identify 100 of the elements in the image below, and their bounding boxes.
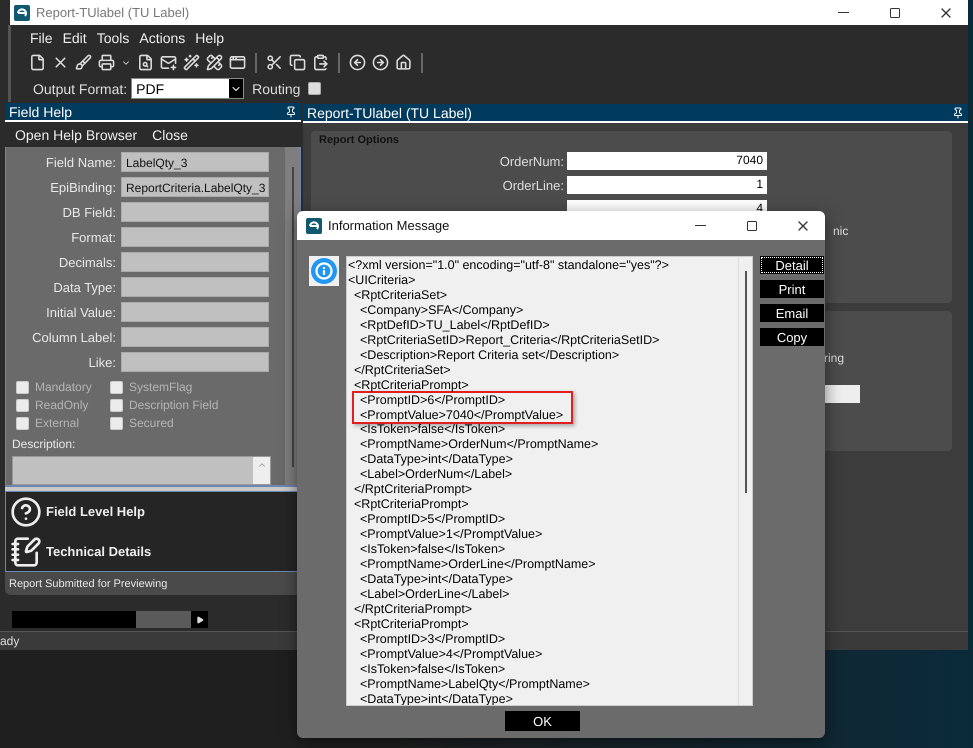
xml-line: <PromptID>3</PromptID> [360, 632, 506, 647]
pin-icon[interactable] [952, 106, 964, 118]
dialog-button[interactable]: Email [760, 304, 824, 322]
copy-icon[interactable] [289, 54, 306, 71]
xml-line: <PromptValue>4</PromptValue> [360, 646, 544, 662]
description-label: Description: [11, 437, 76, 451]
window-icon[interactable] [229, 54, 246, 71]
xml-line: <DataType>int</DataType> [360, 452, 514, 468]
checkbox-label: External [35, 416, 80, 430]
preview-icon[interactable] [137, 54, 154, 71]
panel-title: Field Help [9, 104, 72, 120]
xml-line: <RptDefID>TU_Label</RptDefID> [360, 318, 551, 333]
option-label: nic [833, 224, 850, 238]
status-text: ady [0, 634, 20, 648]
scissors-icon[interactable] [266, 54, 283, 71]
field-label: EpiBinding: [49, 180, 116, 194]
xml-line: <DataType>int</DataType> [360, 692, 514, 705]
ok-button[interactable]: OK [505, 711, 580, 731]
pin-icon[interactable] [285, 106, 297, 118]
app-logo-icon [306, 218, 322, 234]
xml-line: <DataType>int</DataType> [360, 572, 514, 587]
wand-icon[interactable] [183, 54, 200, 71]
xml-line: </RptCriteriaPrompt> [354, 602, 474, 617]
mail-icon[interactable] [160, 54, 177, 71]
xml-line: <Label>OrderNum</Label> [360, 467, 514, 482]
input-field[interactable]: 7040 [567, 152, 767, 170]
checkbox-label: Secured [129, 416, 174, 430]
xml-line: <?xml version="1.0" encoding="utf-8" standalone="yes"?> [348, 258, 670, 273]
group-title: Report Options [319, 134, 400, 146]
checkbox-label: SystemFlag [129, 380, 192, 394]
brush-icon[interactable] [75, 54, 92, 71]
xml-line: <PromptValue>7040</PromptValue> [360, 408, 564, 422]
dialog-button[interactable]: Detail [760, 256, 824, 274]
xml-line: <Company>SFA</Company> [360, 302, 524, 318]
menu-item[interactable]: Close [152, 126, 188, 142]
menu-item[interactable]: Open Help Browser [15, 126, 138, 142]
checkbox-label: ReadOnly [35, 398, 88, 412]
xml-line: <PromptName>OrderNum</PromptName> [360, 437, 600, 452]
checkbox-label: Mandatory [35, 380, 92, 394]
menu-item[interactable]: File [30, 30, 53, 46]
home-icon[interactable] [395, 54, 412, 71]
field-label: Field Name: [44, 154, 116, 170]
xml-line: <IsToken>false</IsToken> [360, 662, 506, 677]
xml-line: <RptCriteriaPrompt> [354, 378, 470, 393]
minimize-icon [695, 224, 706, 226]
xml-line: <Label>OrderLine</Label> [360, 586, 510, 602]
dialog-button[interactable]: Print [760, 280, 824, 298]
help-link[interactable]: Technical Details [10, 534, 301, 570]
dialog-button[interactable]: Copy [760, 328, 824, 346]
input-field[interactable] [121, 252, 269, 272]
field-label: Column Label: [31, 330, 116, 344]
input-field[interactable] [121, 327, 269, 347]
output-format-label: Output Format: [33, 80, 128, 96]
forward-icon[interactable] [372, 54, 389, 71]
field-label: Initial Value: [45, 304, 116, 320]
input-field[interactable]: 1 [567, 176, 767, 194]
routing-checkbox[interactable] [308, 82, 322, 95]
input-field[interactable] [121, 227, 269, 247]
input-field[interactable] [121, 352, 269, 372]
notebook-pen-icon [10, 536, 42, 568]
menu-item[interactable]: Edit [62, 30, 87, 46]
input-field[interactable] [121, 302, 269, 322]
xml-line: <RptCriteriaPrompt> [354, 616, 470, 632]
printer-icon[interactable] [98, 54, 115, 71]
help-link[interactable]: Field Level Help [10, 494, 301, 530]
menu-item[interactable]: Help [195, 30, 224, 46]
xml-line: <Description>Report Criteria set</Description> [360, 348, 620, 363]
dialog-title: Information Message [328, 218, 450, 233]
menu-item[interactable]: Actions [139, 30, 186, 46]
maximize-icon [746, 220, 758, 232]
xml-line: <PromptID>6</PromptID> [360, 392, 506, 408]
window-title: Report-TUlabel (TU Label) [36, 5, 190, 20]
menu-item[interactable]: Tools [96, 30, 130, 46]
paste-icon[interactable] [312, 54, 329, 71]
xml-line: </RptCriteriaPrompt> [354, 482, 474, 498]
input-field[interactable] [121, 277, 269, 297]
xml-line: <IsToken>false</IsToken> [360, 422, 506, 438]
xml-line: <IsToken>false</IsToken> [360, 542, 506, 558]
minimize-icon [838, 12, 849, 14]
routing-label: Routing [252, 80, 300, 96]
back-icon[interactable] [349, 54, 366, 71]
input-field[interactable]: ReportCriteria.LabelQty_3 [121, 177, 269, 197]
input-field[interactable] [121, 202, 269, 222]
output-format-select[interactable]: PDF [131, 78, 244, 99]
arrow-icon [196, 616, 204, 624]
description-field[interactable] [12, 456, 271, 485]
question-icon [10, 496, 42, 528]
xml-line: <RptCriteriaSet> [354, 288, 448, 303]
new-document-icon[interactable] [29, 54, 46, 71]
message-text-area[interactable] [346, 256, 753, 706]
maximize-icon [888, 6, 900, 18]
field-label: Like: [88, 354, 116, 370]
pencil-ruler-icon[interactable] [206, 54, 223, 71]
xml-line: <PromptName>OrderLine</PromptName> [360, 557, 597, 572]
field-label: Format: [70, 230, 116, 244]
status-text: Report Submitted for Previewing [9, 578, 168, 590]
xml-line: <RptCriteriaPrompt> [354, 497, 470, 512]
field-label: Data Type: [52, 280, 116, 294]
input-field[interactable]: LabelQty_3 [121, 152, 269, 172]
scrollbar[interactable] [12, 611, 208, 628]
